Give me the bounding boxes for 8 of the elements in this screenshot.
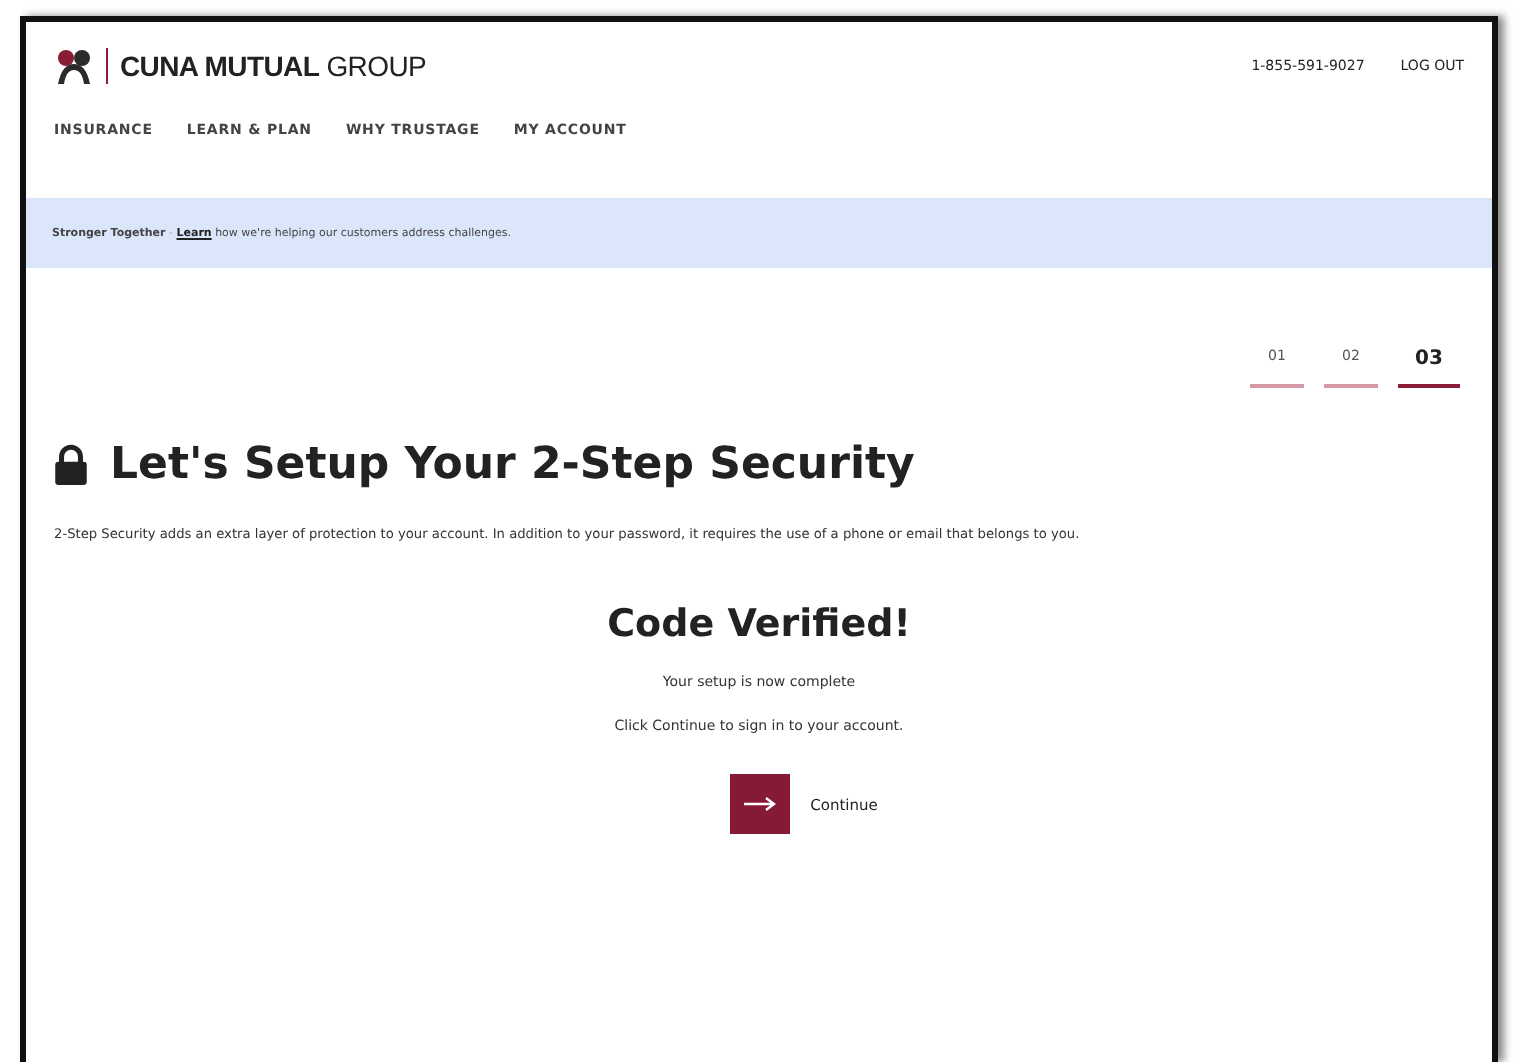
arrow-icon (744, 796, 777, 812)
result-heading: Code Verified! (607, 602, 911, 646)
lock-icon (54, 444, 88, 486)
continue-button[interactable] (730, 774, 791, 834)
logo-icon (54, 46, 94, 86)
step-indicator: 03 (1398, 348, 1460, 388)
page-title: Let's Setup Your 2-Step Security (110, 440, 915, 490)
logo-text: CUNA MUTUAL GROUP (120, 50, 427, 82)
